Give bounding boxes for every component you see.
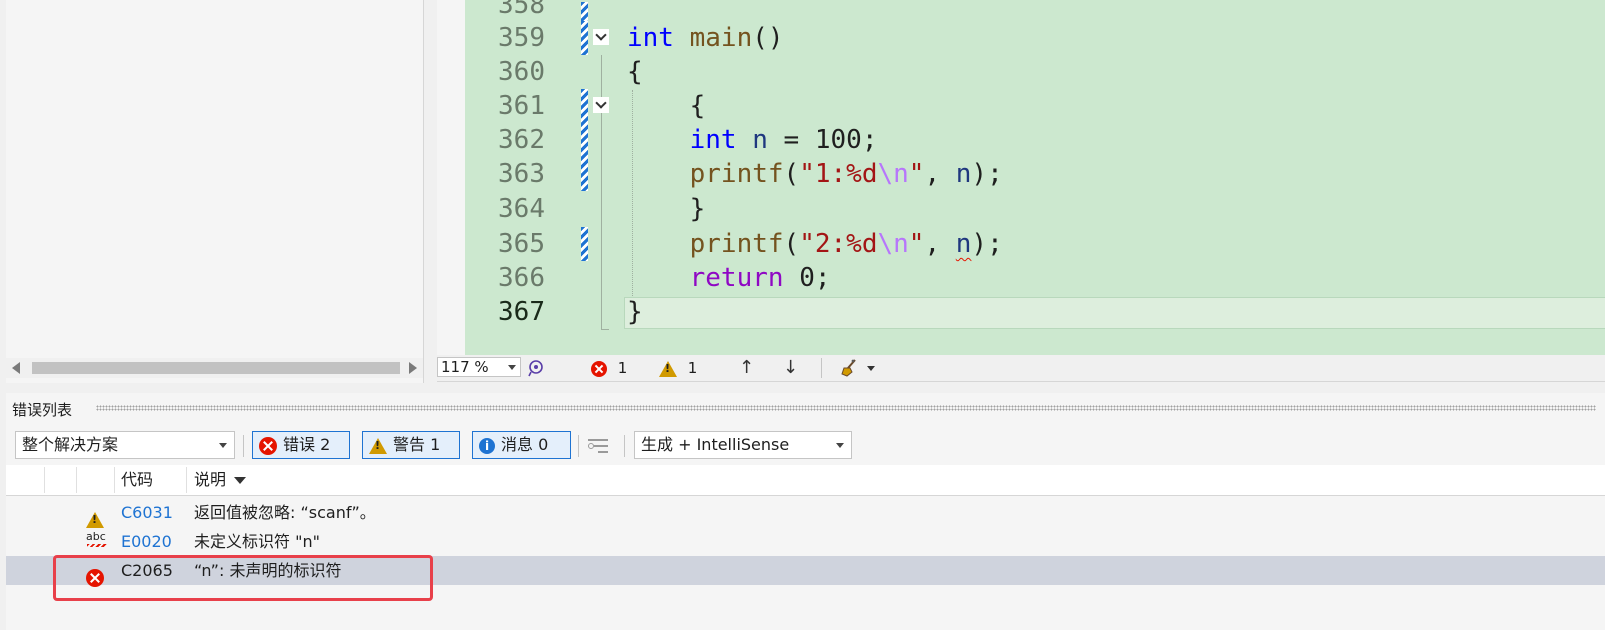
intellicode-icon[interactable] xyxy=(527,359,545,381)
error-list-toolbar: 整个解决方案 错误 2 警告 1 i消息 0 生成 + Inte xyxy=(6,429,1605,463)
change-marker xyxy=(581,123,588,157)
visual-studio-window: 358 359 int main() 360 { 361 { 362 int n… xyxy=(0,0,1605,630)
errors-filter-button[interactable]: 错误 2 xyxy=(252,431,350,459)
error-code-link[interactable]: C6031 xyxy=(121,498,173,527)
current-line-highlight xyxy=(624,297,1605,329)
line-number: 366 xyxy=(498,263,545,293)
column-header-description[interactable]: 说明 xyxy=(194,465,247,495)
zoom-dropdown[interactable]: 117 % xyxy=(437,357,521,377)
collapse-chevron-icon[interactable] xyxy=(593,29,609,45)
current-code-line[interactable]: 367 } xyxy=(437,295,1605,329)
table-row[interactable]: C6031 返回值被忽略: “scanf”。 xyxy=(6,498,1605,528)
code-line[interactable]: 366 return 0; xyxy=(437,261,1605,295)
line-number: 367 xyxy=(498,297,545,327)
panel-title: 错误列表 xyxy=(12,401,73,419)
sort-descending-icon xyxy=(234,477,247,484)
code-text: return 0; xyxy=(689,263,831,293)
change-marker xyxy=(581,157,588,191)
brush-icon xyxy=(841,359,875,377)
line-number: 362 xyxy=(498,125,545,155)
spell-check-icon: abc xyxy=(86,530,108,550)
next-issue-button[interactable]: ↓ xyxy=(783,357,798,379)
editor-status-strip: 117 % 1 1 ↑ ↓ xyxy=(437,355,1605,382)
annotation-highlight-box xyxy=(53,555,433,601)
scope-dropdown[interactable]: 整个解决方案 xyxy=(15,431,235,459)
error-description: 返回值被忽略: “scanf”。 xyxy=(194,503,376,522)
change-marker xyxy=(581,89,588,123)
separator xyxy=(821,358,822,378)
chevron-down-icon xyxy=(219,443,227,448)
arrow-down-icon: ↓ xyxy=(783,357,799,378)
line-number: 364 xyxy=(498,194,545,224)
code-line[interactable]: 362 int n = 100; xyxy=(437,123,1605,157)
arrow-up-icon: ↑ xyxy=(739,357,755,378)
code-editor[interactable]: 358 359 int main() 360 { 361 { 362 int n… xyxy=(437,0,1605,355)
error-description: 未定义标识符 "n" xyxy=(194,532,320,551)
source-filter-dropdown[interactable]: 生成 + IntelliSense xyxy=(634,431,852,459)
error-icon xyxy=(259,436,277,455)
code-line[interactable]: 364 } xyxy=(437,192,1605,226)
warning-icon xyxy=(659,360,677,377)
line-number: 365 xyxy=(498,229,545,259)
code-text: } xyxy=(627,194,706,224)
code-text: int n = 100; xyxy=(689,125,878,155)
previous-issue-button[interactable]: ↑ xyxy=(739,357,754,379)
line-number: 361 xyxy=(498,91,545,121)
code-line[interactable]: 361 { xyxy=(437,89,1605,123)
error-code-link[interactable]: E0020 xyxy=(121,527,172,556)
filter-icon[interactable] xyxy=(588,435,610,455)
line-number: 359 xyxy=(498,23,545,53)
horizontal-scrollbar[interactable] xyxy=(6,358,423,378)
collapse-chevron-icon[interactable] xyxy=(593,97,609,113)
separator xyxy=(578,435,579,457)
scroll-left-icon[interactable] xyxy=(12,362,20,374)
column-header-code[interactable]: 代码 xyxy=(121,465,153,495)
fold-guide-end xyxy=(601,329,609,330)
solution-explorer-panel xyxy=(6,0,424,383)
chevron-down-icon xyxy=(508,365,516,370)
error-indicator[interactable]: 1 xyxy=(591,357,627,379)
code-text: { xyxy=(627,91,706,121)
code-text: } xyxy=(627,297,643,327)
line-number: 363 xyxy=(498,159,545,189)
warning-indicator[interactable]: 1 xyxy=(659,357,697,379)
code-text: printf("1:%d\n", n); xyxy=(689,159,1003,189)
separator xyxy=(243,435,244,457)
change-marker xyxy=(581,21,588,55)
line-number: 358 xyxy=(498,0,545,20)
error-icon xyxy=(591,360,607,377)
code-line[interactable]: 358 xyxy=(437,0,1605,22)
code-text: int main() xyxy=(627,23,784,53)
error-squiggle: n xyxy=(955,229,972,259)
scrollbar-thumb[interactable] xyxy=(32,362,400,374)
change-marker xyxy=(581,2,588,22)
code-line[interactable]: 360 { xyxy=(437,55,1605,89)
code-text: { xyxy=(627,57,643,87)
table-row[interactable]: abc E0020 未定义标识符 "n" xyxy=(6,527,1605,556)
code-line[interactable]: 365 printf("2:%d\n", n); xyxy=(437,227,1605,261)
chevron-down-icon xyxy=(836,443,844,448)
code-text: printf("2:%d\n", n); xyxy=(689,229,1003,259)
scroll-right-icon[interactable] xyxy=(409,362,417,374)
warnings-filter-button[interactable]: 警告 1 xyxy=(362,431,460,459)
change-marker xyxy=(581,227,588,261)
table-header: 代码 说明 xyxy=(6,465,1605,496)
warning-icon xyxy=(369,437,387,454)
separator xyxy=(624,435,625,457)
messages-filter-button[interactable]: i 消息 0 xyxy=(472,431,571,459)
code-line[interactable]: 363 printf("1:%d\n", n); xyxy=(437,157,1605,191)
panel-drag-grip[interactable] xyxy=(96,405,1596,411)
info-icon: i xyxy=(479,437,495,454)
line-number: 360 xyxy=(498,57,545,87)
code-line[interactable]: 359 int main() xyxy=(437,21,1605,55)
code-cleanup-button[interactable] xyxy=(841,358,877,380)
